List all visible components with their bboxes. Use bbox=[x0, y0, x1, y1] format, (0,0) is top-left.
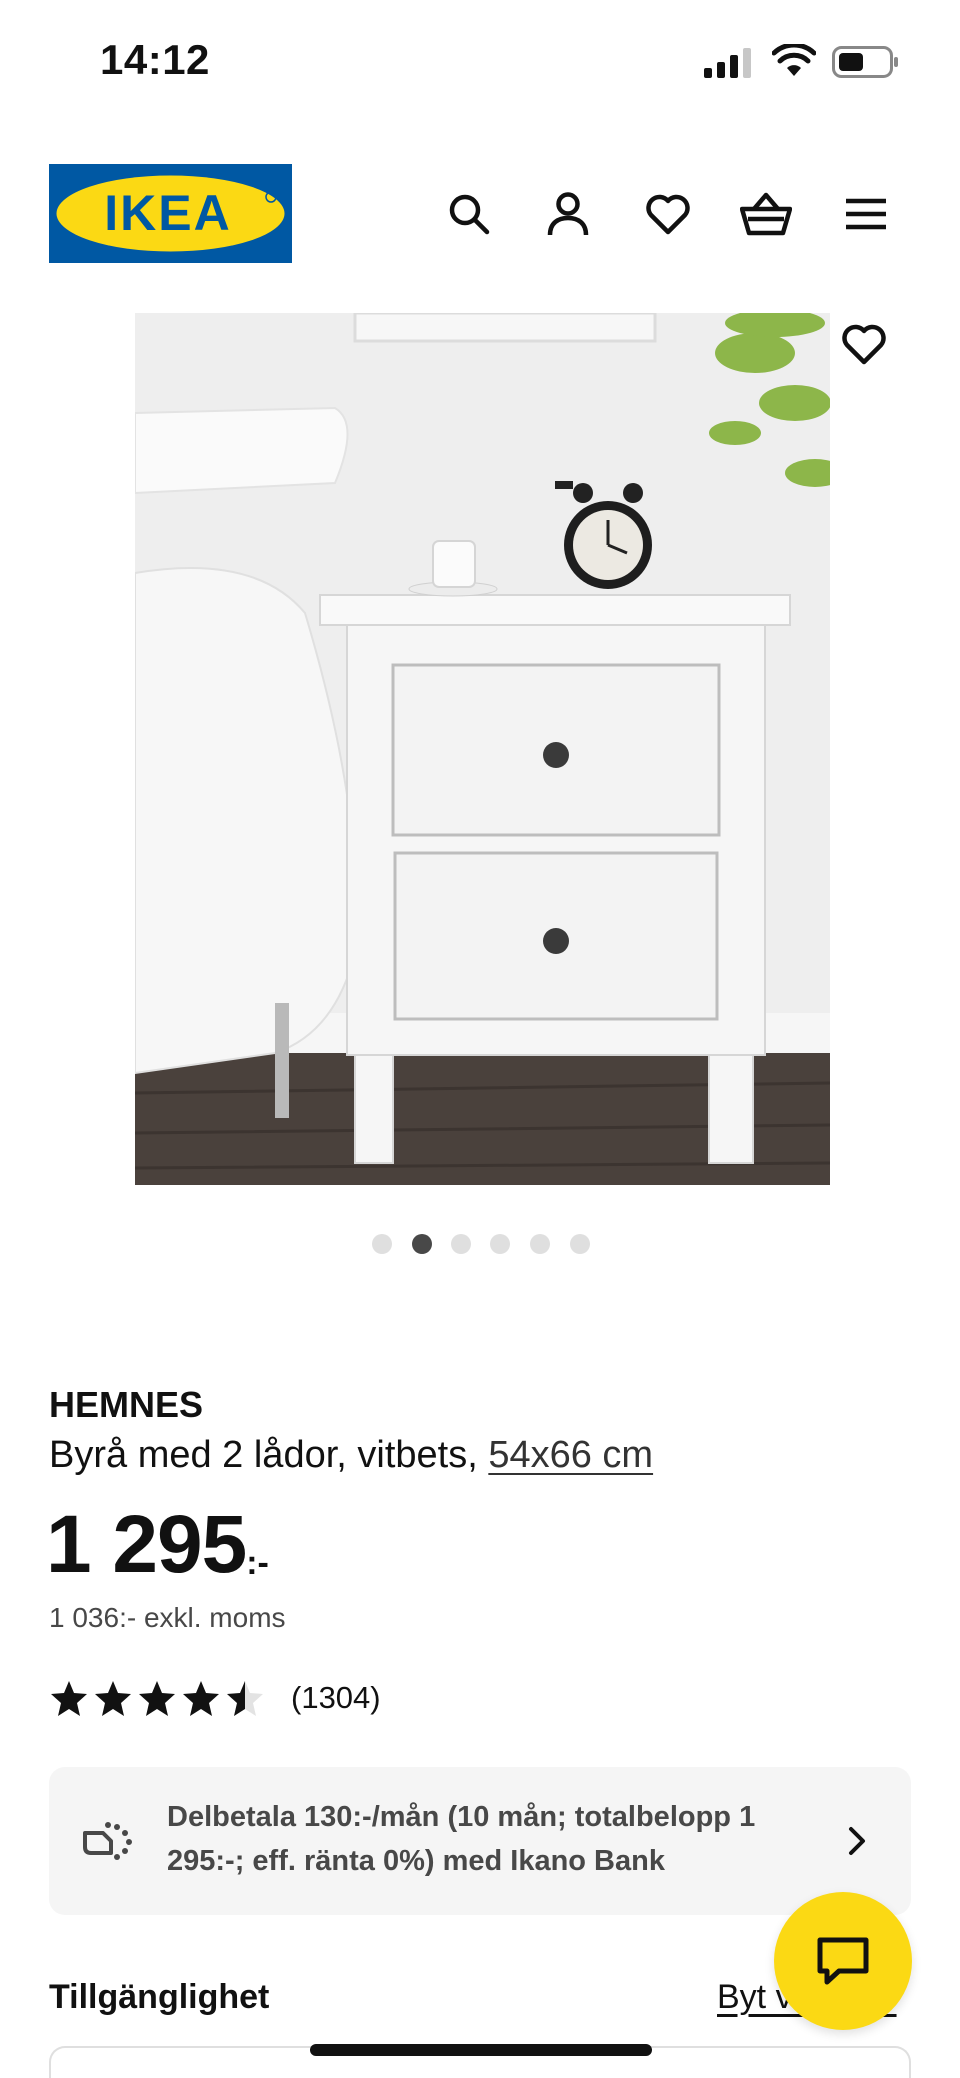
account-icon bbox=[547, 192, 589, 236]
chat-button[interactable] bbox=[774, 1892, 912, 2030]
chat-bubble-icon bbox=[817, 1937, 869, 1985]
product-description-text: Byrå med 2 lådor, vitbets, bbox=[49, 1434, 489, 1476]
status-bar: 14:12 bbox=[0, 0, 960, 120]
carousel-dot[interactable] bbox=[490, 1234, 510, 1254]
financing-text: Delbetala 130:-/mån (10 mån; totalbelopp… bbox=[167, 1801, 756, 1877]
ikea-logo[interactable]: IKEA bbox=[49, 164, 292, 263]
star-icon bbox=[139, 1681, 175, 1716]
star-icon bbox=[51, 1681, 87, 1716]
carousel-dot[interactable] bbox=[451, 1234, 471, 1254]
add-to-favorites-button[interactable] bbox=[836, 316, 892, 372]
basket-icon bbox=[740, 192, 792, 236]
carousel-dot[interactable] bbox=[570, 1234, 590, 1254]
menu-icon bbox=[846, 198, 886, 230]
availability-heading: Tillgänglighet bbox=[49, 1978, 270, 2016]
star-icon bbox=[95, 1681, 131, 1716]
search-icon bbox=[449, 194, 490, 235]
site-header: IKEA bbox=[0, 164, 960, 264]
rating-count: (1304) bbox=[291, 1680, 381, 1715]
product-price: 1 295:- bbox=[46, 1498, 269, 1592]
price-suffix: :- bbox=[246, 1544, 269, 1582]
status-time: 14:12 bbox=[100, 36, 210, 83]
product-dimensions-link[interactable]: 54x66 cm bbox=[488, 1434, 653, 1476]
home-indicator bbox=[310, 2044, 652, 2056]
account-button[interactable] bbox=[540, 186, 596, 242]
carousel-dot[interactable] bbox=[372, 1234, 392, 1254]
menu-button[interactable] bbox=[838, 186, 894, 242]
chevron-right-icon bbox=[849, 1827, 865, 1855]
wifi-icon bbox=[772, 44, 816, 76]
product-name: HEMNES bbox=[49, 1384, 204, 1425]
carousel-dot[interactable] bbox=[530, 1234, 550, 1254]
search-button[interactable] bbox=[441, 186, 497, 242]
cellular-signal-icon bbox=[704, 48, 751, 78]
price-excluding-vat: 1 036:- exkl. moms bbox=[49, 1602, 286, 1633]
price-amount: 1 295 bbox=[46, 1499, 247, 1590]
heart-icon bbox=[842, 324, 886, 365]
carousel-dot-active[interactable] bbox=[412, 1234, 432, 1254]
product-image[interactable] bbox=[135, 313, 830, 1185]
product-description: Byrå med 2 lådor, vitbets, 54x66 cm bbox=[49, 1434, 653, 1477]
half-star-icon bbox=[227, 1681, 263, 1716]
heart-icon bbox=[646, 194, 690, 235]
star-icon bbox=[183, 1681, 219, 1716]
payment-installment-icon bbox=[83, 1822, 132, 1860]
basket-button[interactable] bbox=[738, 186, 794, 242]
svg-text:IKEA: IKEA bbox=[104, 185, 231, 241]
product-rating[interactable]: (1304) bbox=[49, 1678, 381, 1718]
battery-icon bbox=[832, 46, 898, 78]
financing-offer-card[interactable]: Delbetala 130:-/mån (10 mån; totalbelopp… bbox=[49, 1767, 911, 1915]
favorites-button[interactable] bbox=[640, 186, 696, 242]
image-carousel-indicator bbox=[0, 1234, 960, 1254]
